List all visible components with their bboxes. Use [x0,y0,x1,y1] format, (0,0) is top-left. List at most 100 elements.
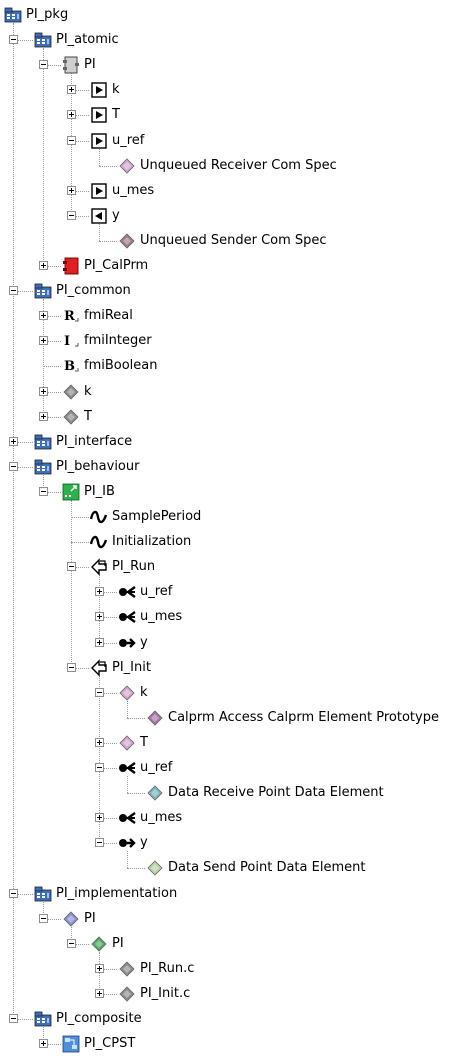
tree-node-y[interactable]: y [0,206,469,226]
expand-toggle[interactable] [95,988,104,998]
tree-node-label: u_mes [112,182,155,198]
tree-node-pi-implementation[interactable]: PI_implementation [0,884,469,904]
diamond-teal-icon [146,784,164,802]
tree-node-label: PI_Run [112,559,156,575]
collapse-toggle[interactable] [95,687,104,697]
collapse-toggle[interactable] [67,938,76,948]
tree-node-pi-init[interactable]: PI_Init [0,658,469,678]
tree-node-label: T [84,408,92,424]
svg-text:I: I [64,334,70,349]
expand-toggle[interactable] [95,637,104,647]
expand-toggle[interactable] [67,110,76,120]
tree-node-pi-pkg[interactable]: PI_pkg [0,5,469,25]
collapse-toggle[interactable] [95,763,104,772]
tree-node-label: Calprm Access Calprm Element Prototype [168,709,439,725]
expand-toggle[interactable] [95,813,104,823]
tree-node-pi-ib[interactable]: PI_IB [0,482,469,502]
calprm-component-icon [62,257,80,275]
expand-toggle[interactable] [95,612,104,622]
tree-node-data-send-point-data-element[interactable]: Data Send Point Data Element [0,858,469,878]
tree-node-fmiboolean[interactable]: BfmiBoolean [0,356,469,376]
collapse-toggle[interactable] [67,210,76,220]
read-access-icon [118,583,136,601]
tree-node-k[interactable]: k [0,382,469,402]
tree-node-label: T [140,734,148,750]
tree-node-pi-common[interactable]: PI_common [0,281,469,301]
tree-node-label: SamplePeriod [112,509,202,524]
tree-node-pi-interface[interactable]: PI_interface [0,432,469,452]
tree-node-unqueued-receiver-com-spec[interactable]: Unqueued Receiver Com Spec [0,156,469,176]
tree-node-u-ref[interactable]: u_ref [0,131,469,151]
tree-branch-line [127,717,145,719]
tree-node-y[interactable]: y [0,833,469,853]
write-access-icon [118,634,136,652]
tree-node-pi-run-c[interactable]: PI_Run.c [0,959,469,979]
tree-node-calprm-access-calprm-element-prototype[interactable]: Calprm Access Calprm Element Prototype [0,708,469,728]
tree-node-u-mes[interactable]: u_mes [0,181,469,201]
tree-node-u-ref[interactable]: u_ref [0,758,469,778]
collapse-toggle[interactable] [67,135,76,145]
tree-node-u-mes[interactable]: u_mes [0,607,469,627]
tree-node-label: Data Send Point Data Element [168,860,366,876]
tree-node-fmireal[interactable]: RfmiReal [0,306,469,326]
tree-node-u-ref[interactable]: u_ref [0,582,469,602]
tree-node-label: PI_CalPrm [84,258,149,273]
collapse-toggle[interactable] [9,35,18,45]
tree-node-t[interactable]: T [0,407,469,427]
tree-node-label: PI_behaviour [56,458,140,474]
tree-node-pi-behaviour[interactable]: PI_behaviour [0,457,469,477]
tree-node-pi-cpst[interactable]: PI_CPST [0,1034,469,1054]
tree-node-t[interactable]: T [0,733,469,753]
tree-node-t[interactable]: T [0,105,469,125]
collapse-toggle[interactable] [39,913,48,923]
tree-node-label: PI [84,57,96,73]
package-icon [34,433,52,451]
tree-node-pi-calprm[interactable]: PI_CalPrm [0,256,469,276]
tree-node-label: PI_IB [84,483,115,499]
tree-node-sampleperiod[interactable]: SamplePeriod [0,507,469,527]
expand-toggle[interactable] [67,85,76,95]
expand-toggle[interactable] [95,587,104,597]
collapse-toggle[interactable] [95,838,104,848]
tree-node-pi[interactable]: PI [0,934,469,954]
tree-node-initialization[interactable]: Initialization [0,532,469,552]
tree-node-pi-atomic[interactable]: PI_atomic [0,30,469,50]
expand-toggle[interactable] [95,963,104,973]
expand-toggle[interactable] [39,261,48,270]
collapse-toggle[interactable] [39,60,48,70]
tree-branch-line [99,165,117,167]
tree-node-pi[interactable]: PI [0,909,469,929]
expand-toggle[interactable] [9,436,18,446]
tree-node-pi[interactable]: PI [0,55,469,75]
tree-node-y[interactable]: y [0,633,469,653]
tree-node-label: fmiBoolean [84,358,158,374]
tree-node-data-receive-point-data-element[interactable]: Data Receive Point Data Element [0,783,469,803]
tree-node-unqueued-sender-com-spec[interactable]: Unqueued Sender Com Spec [0,231,469,251]
tree-node-pi-run[interactable]: PI_Run [0,557,469,577]
package-icon [34,1010,52,1028]
collapse-toggle[interactable] [9,888,18,898]
tree-node-k[interactable]: k [0,80,469,100]
expand-toggle[interactable] [67,185,76,195]
expand-toggle[interactable] [95,737,104,747]
tree-node-fmiinteger[interactable]: IfmiInteger [0,331,469,351]
tree-node-u-mes[interactable]: u_mes [0,808,469,828]
tree-node-label: k [112,82,120,98]
collapse-toggle[interactable] [67,562,76,572]
expand-toggle[interactable] [39,411,48,421]
collapse-toggle[interactable] [9,286,18,296]
tree-node-pi-init-c[interactable]: PI_Init.c [0,984,469,1004]
tree-node-k[interactable]: k [0,683,469,703]
tree-node-label: PI_atomic [56,32,119,48]
tree-node-pi-composite[interactable]: PI_composite [0,1009,469,1029]
collapse-toggle[interactable] [67,662,76,672]
tree-node-label: u_ref [140,584,173,600]
collapse-toggle[interactable] [39,486,48,496]
collapse-toggle[interactable] [9,1014,18,1023]
expand-toggle[interactable] [39,336,48,346]
expand-toggle[interactable] [39,386,48,396]
expand-toggle[interactable] [39,1039,48,1049]
expand-toggle[interactable] [39,311,48,321]
real-type-icon: R [62,307,80,325]
collapse-toggle[interactable] [9,461,18,471]
